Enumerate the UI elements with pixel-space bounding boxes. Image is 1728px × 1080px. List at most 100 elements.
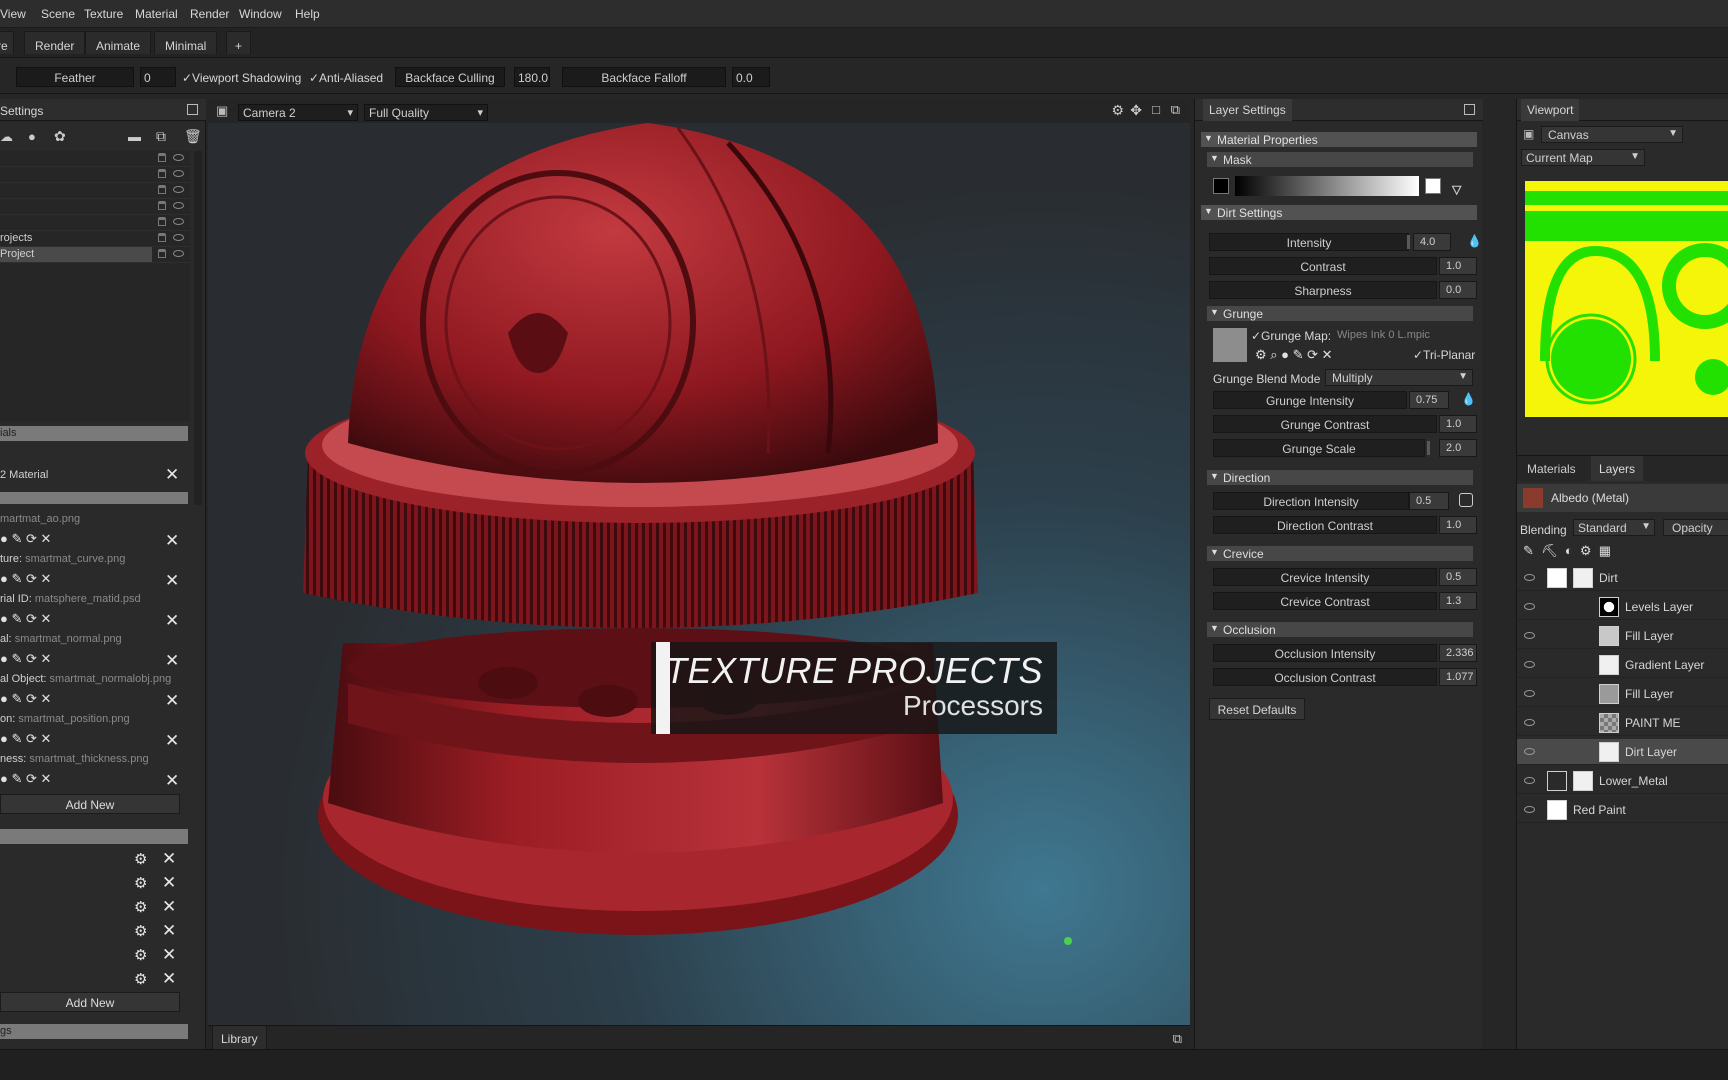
add-new-processor-button[interactable]: Add New [0,992,180,1012]
direction-contrast-slider[interactable]: Direction Contrast [1213,516,1437,534]
grunge-blend-dropdown[interactable]: Multiply ▼ [1325,369,1473,386]
grunge-contrast-input[interactable]: 1.0 [1439,415,1477,433]
folder-icon[interactable]: ▬ [128,129,141,144]
camera-icon[interactable]: ▣ [216,103,228,119]
map-matid-tools[interactable]: ● ✎ ⟳ ✕ [0,611,51,627]
dropper-toggle-icon[interactable] [1459,493,1473,507]
crevice-header[interactable]: Crevice [1207,546,1473,561]
map-position-tools[interactable]: ● ✎ ⟳ ✕ [0,731,51,747]
direction-intensity-slider[interactable]: Direction Intensity [1213,492,1409,510]
crevice-contrast-slider[interactable]: Crevice Contrast [1213,592,1437,610]
grunge-thumbnail[interactable] [1213,328,1247,362]
tree-row[interactable] [0,151,190,167]
close-icon[interactable]: ✕ [162,897,176,917]
gear-icon[interactable]: ⚙ [134,850,147,868]
opacity-field[interactable]: Opacity [1663,519,1728,536]
grunge-header[interactable]: Grunge [1207,306,1473,321]
remove-map-icon[interactable]: ✕ [165,651,179,671]
direction-header[interactable]: Direction [1207,470,1473,485]
remove-map-icon[interactable]: ✕ [165,731,179,751]
material-properties-header[interactable]: Material Properties [1201,132,1477,147]
remove-map-icon[interactable]: ✕ [165,571,179,591]
backface-culling-input[interactable]: 180.0 [514,67,550,87]
gear-icon[interactable]: ⚙ [134,970,147,988]
grunge-intensity-input[interactable]: 0.75 [1409,391,1449,409]
dropper-icon[interactable]: 💧 [1467,234,1482,248]
close-icon[interactable]: ✕ [162,873,176,893]
crevice-intensity-input[interactable]: 0.5 [1439,568,1477,586]
map-thickness-tools[interactable]: ● ✎ ⟳ ✕ [0,771,51,787]
reset-defaults-button[interactable]: Reset Defaults [1209,698,1305,720]
palette-icon[interactable]: ✿ [54,128,66,145]
layer-row-fill[interactable]: Fill Layer [1517,623,1728,649]
cloud-icon[interactable]: ☁ [0,129,13,145]
processors-section-header[interactable] [0,829,188,844]
remove-map-icon[interactable]: ✕ [165,531,179,551]
gear-icon[interactable]: ⚙ [134,922,147,940]
mask-white-swatch[interactable] [1425,178,1441,194]
tab-minimal[interactable]: Minimal [154,31,218,54]
layer-row-fill[interactable]: Fill Layer [1517,681,1728,707]
viewport-shadowing-checkbox[interactable]: ✓Viewport Shadowing [182,71,301,85]
tri-planar-checkbox[interactable]: ✓Tri-Planar [1413,348,1475,362]
direction-intensity-input[interactable]: 0.5 [1409,492,1449,510]
backface-falloff-input[interactable]: 0.0 [732,67,770,87]
menu-view[interactable]: View [0,7,26,21]
popout-icon[interactable]: ⧉ [1171,102,1180,118]
trash-icon[interactable]: 🗑 [184,128,202,145]
popout-icon[interactable] [187,104,198,115]
occlusion-contrast-slider[interactable]: Occlusion Contrast [1213,668,1437,686]
blending-dropdown[interactable]: Standard ▼ [1573,519,1655,536]
add-tab-button[interactable]: + [226,31,252,54]
grunge-scale-input[interactable]: 2.0 [1439,439,1477,457]
texture-map-preview[interactable] [1525,181,1728,417]
tab-workspace-texture[interactable]: re [0,31,14,54]
tree-row[interactable] [0,167,190,183]
sharpness-input[interactable]: 0.0 [1439,281,1477,299]
slider-handle[interactable] [1427,441,1430,455]
map-ao-tools[interactable]: ● ✎ ⟳ ✕ [0,531,51,547]
crevice-contrast-input[interactable]: 1.3 [1439,592,1477,610]
layer-tools[interactable]: ✎ ⛏ ◐ ⚙ ▦ [1523,543,1728,561]
anti-aliased-checkbox[interactable]: ✓Anti-Aliased [309,71,383,85]
map-normalobj-tools[interactable]: ● ✎ ⟳ ✕ [0,691,51,707]
remove-material-icon[interactable]: ✕ [165,465,179,485]
tab-materials[interactable]: Materials [1521,456,1582,481]
settings-gear-icon[interactable]: ⚙ [1111,102,1124,119]
sharpness-slider[interactable]: Sharpness [1209,281,1437,299]
mask-gradient[interactable] [1235,176,1419,196]
mask-black-swatch[interactable] [1213,178,1229,194]
map-normal-tools[interactable]: ● ✎ ⟳ ✕ [0,651,51,667]
tab-animate[interactable]: Animate [85,31,152,54]
layer-row-gradient[interactable]: Gradient Layer [1517,652,1728,678]
crevice-intensity-slider[interactable]: Crevice Intensity [1213,568,1437,586]
gear-icon[interactable]: ⚙ [134,946,147,964]
tab-viewport[interactable]: Viewport [1521,99,1580,121]
close-icon[interactable]: ✕ [162,921,176,941]
remove-map-icon[interactable]: ✕ [165,771,179,791]
canvas-dropdown[interactable]: Canvas ▼ [1541,126,1683,143]
intensity-slider[interactable]: Intensity [1209,233,1409,251]
slider-handle[interactable] [1407,235,1410,249]
tree-row-projects[interactable]: rojects [0,231,190,247]
remove-map-icon[interactable]: ✕ [165,691,179,711]
intensity-input[interactable]: 4.0 [1413,233,1451,251]
tab-library[interactable]: Library [212,1026,267,1050]
layer-row-dirt[interactable]: Dirt [1517,565,1728,591]
quality-dropdown[interactable]: Full Quality [364,104,488,121]
duplicate-icon[interactable]: ⧉ [156,128,166,145]
dropper-icon[interactable]: 💧 [1461,392,1476,406]
occlusion-intensity-input[interactable]: 2.336 [1439,644,1477,662]
dropper-icon[interactable]: 🜄 [1451,177,1462,203]
camera-dropdown[interactable]: Camera 2 [238,104,358,121]
direction-contrast-input[interactable]: 1.0 [1439,516,1477,534]
layer-row-red-paint[interactable]: Red Paint [1517,797,1728,823]
settings-section-header[interactable]: gs [0,1024,188,1039]
map-curve-tools[interactable]: ● ✎ ⟳ ✕ [0,571,51,587]
occlusion-intensity-slider[interactable]: Occlusion Intensity [1213,644,1437,662]
tab-layers[interactable]: Layers [1591,456,1644,481]
menu-texture[interactable]: Texture [84,7,123,21]
close-icon[interactable]: ✕ [162,969,176,989]
grunge-contrast-slider[interactable]: Grunge Contrast [1213,415,1437,433]
materials-section-header[interactable]: ials [0,426,188,441]
